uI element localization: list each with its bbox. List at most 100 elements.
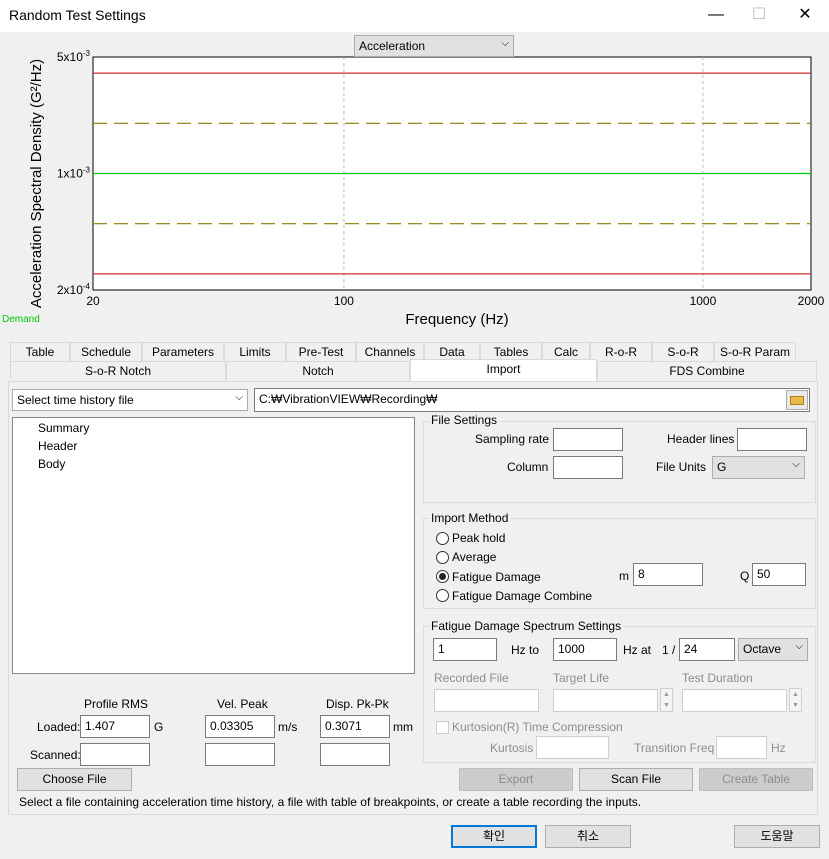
fds-to-input[interactable]: 1000 <box>553 638 617 661</box>
octave-fraction-input[interactable]: 24 <box>679 638 735 661</box>
unit-vel-label: m/s <box>278 720 298 734</box>
window-title: Random Test Settings <box>9 7 146 23</box>
radio-average[interactable] <box>436 551 449 564</box>
tab-table[interactable]: Table <box>10 342 70 361</box>
kurtosion-label: Kurtosion(R) Time Compression <box>452 720 623 734</box>
file-units-label: File Units <box>656 460 707 474</box>
tab-s-o-r-notch[interactable]: S-o-R Notch <box>10 361 226 380</box>
kurtosion-checkbox[interactable] <box>436 721 449 734</box>
hz-to-label: Hz to <box>511 643 540 657</box>
x-axis-label: Frequency (Hz) <box>405 311 508 328</box>
choose-file-button[interactable]: Choose File <box>17 768 132 791</box>
unit-g-label: G <box>154 720 164 734</box>
x-tick-label: 1000 <box>690 294 717 308</box>
disp-header: Disp. Pk-Pk <box>326 697 389 711</box>
title-bar: Random Test Settings — ☐ ✕ <box>0 0 829 32</box>
loaded-label: Loaded: <box>37 720 81 734</box>
file-settings-title: File Settings <box>429 413 500 427</box>
maximize-button[interactable]: ☐ <box>736 0 782 32</box>
fatigue-damage-label[interactable]: Fatigue Damage <box>452 570 541 584</box>
ok-button[interactable]: 확인 <box>451 825 537 848</box>
tab-r-o-r[interactable]: R-o-R <box>590 342 652 361</box>
sampling-rate-input[interactable] <box>553 428 623 451</box>
fatigue-damage-combine-label[interactable]: Fatigue Damage Combine <box>452 589 592 603</box>
chart-quantity-value: Acceleration <box>359 39 426 53</box>
chevron-down-icon: ⌵ <box>795 641 803 652</box>
help-button[interactable]: 도움말 <box>734 825 820 848</box>
tab-s-o-r-param[interactable]: S-o-R Param <box>714 342 796 361</box>
m-input[interactable]: 8 <box>633 563 703 586</box>
scanned-label: Scanned: <box>30 748 81 762</box>
average-label[interactable]: Average <box>452 550 496 564</box>
chevron-down-icon: ⌵ <box>501 38 509 49</box>
file-units-value: G <box>717 460 727 474</box>
q-input[interactable]: 50 <box>752 563 806 586</box>
test-duration-spinner[interactable]: ▲ ▼ <box>789 688 802 712</box>
radio-peak-hold[interactable] <box>436 532 449 545</box>
loaded-disp-value: 0.3071 <box>320 715 390 738</box>
close-button[interactable]: ✕ <box>782 0 828 32</box>
target-life-spinner[interactable]: ▲ ▼ <box>660 688 673 712</box>
source-type-value: Select time history file <box>17 393 134 407</box>
hz-at-label: Hz at <box>623 643 652 657</box>
radio-fatigue-damage[interactable] <box>436 570 449 583</box>
export-button[interactable]: Export <box>459 768 573 791</box>
tab-import[interactable]: Import <box>410 359 597 381</box>
minimize-button[interactable]: — <box>693 0 739 32</box>
tab-fds-combine[interactable]: FDS Combine <box>597 361 817 380</box>
scan-file-button[interactable]: Scan File <box>579 768 693 791</box>
octave-select[interactable]: Octave ⌵ <box>738 638 808 661</box>
chart-quantity-select[interactable]: Acceleration ⌵ <box>354 35 514 57</box>
scanned-vel-value <box>205 743 275 766</box>
peak-hold-label[interactable]: Peak hold <box>452 531 505 545</box>
chevron-down-icon: ⌵ <box>235 392 243 403</box>
transition-freq-label: Transition Freq <box>634 741 715 755</box>
file-units-select[interactable]: G ⌵ <box>712 456 805 479</box>
tab-parameters[interactable]: Parameters <box>142 342 224 361</box>
loaded-rms-value: 1.407 <box>80 715 150 738</box>
tree-item-summary[interactable]: Summary <box>38 421 89 435</box>
tree-item-body[interactable]: Body <box>38 457 65 471</box>
legend-demand: Demand <box>2 314 40 325</box>
file-path-input[interactable]: C:₩VibrationVIEW₩Recording₩ <box>254 388 810 412</box>
tab-s-o-r[interactable]: S-o-R <box>652 342 714 361</box>
radio-fatigue-damage-combine[interactable] <box>436 589 449 602</box>
y-axis-label: Acceleration Spectral Density (G²/Hz) <box>28 59 45 308</box>
scanned-disp-value <box>320 743 390 766</box>
chevron-down-icon: ⌵ <box>792 459 800 470</box>
m-label: m <box>619 569 629 583</box>
kurtosis-input[interactable] <box>536 736 609 759</box>
cancel-button[interactable]: 취소 <box>545 825 631 848</box>
tree-item-header[interactable]: Header <box>38 439 77 453</box>
browse-folder-button[interactable] <box>786 390 808 410</box>
transition-hz-label: Hz <box>771 741 786 755</box>
tab-limits[interactable]: Limits <box>224 342 286 361</box>
tab-row-2: S-o-R Notch Notch Import FDS Combine <box>10 359 817 383</box>
test-duration-input[interactable] <box>682 689 787 712</box>
q-label: Q <box>740 569 750 583</box>
header-lines-label: Header lines <box>667 432 735 446</box>
scanned-rms-value <box>80 743 150 766</box>
y-tick-label: 1x10-3 <box>57 166 91 181</box>
source-type-select[interactable]: Select time history file ⌵ <box>12 389 248 411</box>
file-path-text: C:₩VibrationVIEW₩Recording₩ <box>259 392 438 406</box>
import-hint-text: Select a file containing acceleration ti… <box>19 795 642 809</box>
kurtosis-label: Kurtosis <box>490 741 534 755</box>
header-lines-input[interactable] <box>737 428 807 451</box>
file-structure-tree[interactable]: Summary Header Body <box>12 417 415 674</box>
recorded-file-input[interactable] <box>434 689 539 712</box>
create-table-button[interactable]: Create Table <box>699 768 813 791</box>
tab-notch[interactable]: Notch <box>226 361 410 380</box>
target-life-input[interactable] <box>553 689 658 712</box>
tab-pre-test[interactable]: Pre-Test <box>286 342 356 361</box>
one-over-label: 1 / <box>662 643 676 657</box>
transition-freq-input[interactable] <box>716 736 767 759</box>
x-tick-label: 2000 <box>798 294 825 308</box>
recorded-file-label: Recorded File <box>434 671 509 685</box>
fds-from-input[interactable]: 1 <box>433 638 497 661</box>
column-input[interactable] <box>553 456 623 479</box>
target-life-label: Target Life <box>553 671 610 685</box>
tab-schedule[interactable]: Schedule <box>70 342 142 361</box>
psd-chart: 20 100 1000 20002x10-41x10-35x10-3Frequency… <box>28 49 825 328</box>
loaded-vel-value: 0.03305 <box>205 715 275 738</box>
